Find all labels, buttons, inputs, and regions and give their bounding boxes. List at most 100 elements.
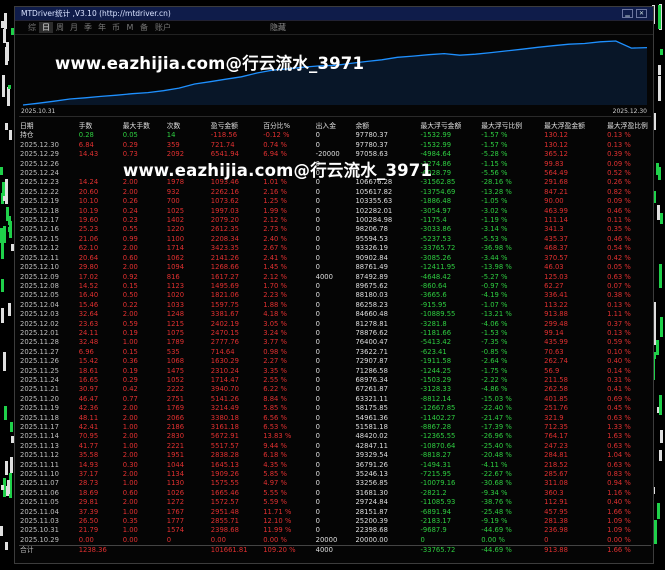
table-row[interactable]: 2025.11.27 6.96 0.15 535 714.64 0.98 % 0 73622.… [19,348,651,357]
total-row[interactable]: 合计 1238.36 101661.81 109.20 % 4000 -33765.72-… [19,545,651,556]
cell-balance: 20000.00 [355,535,388,544]
cell-date: 2025.11.13 [20,441,59,450]
cell-lots: 29.81 [78,498,99,507]
titlebar[interactable]: MTDriver统计 ,V3.10 (http://mtdriver.cn) ▁… [15,7,653,21]
hide-button[interactable]: 隐藏 [270,22,286,33]
table-row[interactable]: 2025.12.19 10.10 0.26 700 1073.62 1.25 % 0 1033… [19,197,651,206]
table-row[interactable]: 2025.12.08 14.52 0.15 1123 1495.69 1.70 % 0 896… [19,282,651,291]
table-row[interactable]: 2025.12.04 15.46 0.22 1033 1597.75 1.88 % 0 862… [19,301,651,310]
table-row[interactable]: 2025.11.28 32.48 1.00 1789 2777.76 3.77 % 0 764… [19,338,651,347]
cell-max-float-profit-pct: 0.09 % [607,159,631,168]
cell-deposit: 0 [315,507,320,516]
table-row[interactable]: 2025.11.11 14.93 0.30 1044 1645.13 4.35 % 0 367… [19,461,651,470]
tab-currency[interactable]: 币 [109,22,123,33]
cell-max-float-profit-pct: 0.13 % [607,300,631,309]
tab-account[interactable]: 账户 [151,22,175,33]
table-row[interactable]: 2025.12.16 25.23 0.55 1220 2612.35 2.73 % 0 982… [19,225,651,234]
table-row[interactable]: 2025.12.18 10.19 0.24 1025 1997.03 1.99 % 0 102… [19,207,651,216]
table-row[interactable]: 2025.12.30 6.84 0.29 359 721.74 0.74 % 0 97780.… [19,141,651,150]
cell-max-float-loss-pct: -5.56 % [481,169,508,178]
cell-profit: 1665.46 [210,488,239,497]
table-row[interactable]: 2025.11.19 42.36 2.00 1769 3214.49 5.85 % 0 581… [19,404,651,413]
table-row[interactable]: 2025.12.22 20.60 2.00 932 2262.16 2.16 % 0 1056… [19,188,651,197]
cell-deposit: 0 [315,291,320,300]
tab-day[interactable]: 日 [39,22,53,33]
cell-deposit: 4000 [314,545,355,556]
cell-percent: 0.74 % [263,140,287,149]
tab-magic[interactable]: M [123,23,137,32]
cell-deposit: 0 [315,187,320,196]
table-row[interactable]: 2025.11.26 15.42 0.36 1068 1630.29 2.27 % 0 729… [19,357,651,366]
table-row[interactable]: 2025.11.21 30.97 0.42 2222 3940.70 6.22 % 0 672… [19,385,651,394]
candle-mark [7,479,11,494]
tab-summary[interactable]: 综 [25,22,39,33]
table-row[interactable]: 2025.12.09 17.02 0.92 816 1617.27 2.12 % 4000 8… [19,273,651,282]
table-row[interactable]: 2025.12.02 23.63 0.59 1215 2402.19 3.05 % 0 812… [19,320,651,329]
tab-quarter[interactable]: 季 [81,22,95,33]
cell-profit: 1997.03 [210,206,239,215]
header-percent: 百分比% [263,122,291,130]
cell-deposit: 0 [315,131,320,140]
table-row[interactable]: 2025.11.07 28.73 1.00 1130 1575.55 4.97 % 0 332… [19,479,651,488]
tab-year[interactable]: 年 [95,22,109,33]
cell-max-float-loss-pct: -25.40 % [481,441,512,450]
table-row[interactable]: 2025.10.29 0.00 0.00 0 0.00 0.00 % 20000 20000.… [19,536,651,546]
tab-week[interactable]: 周 [53,22,67,33]
table-row[interactable]: 2025.11.04 37.39 1.00 1767 2951.48 11.71 % 0 28… [19,508,651,517]
table-row[interactable]: 2025.12.01 24.11 0.19 1075 2470.15 3.24 % 0 788… [19,329,651,338]
cell-percent: 5.59 % [263,498,287,507]
table-row[interactable]: 2025.12.10 29.80 2.00 1094 1268.66 1.45 % 0 887… [19,263,651,272]
table-row[interactable]: 2025.11.17 42.41 1.00 2186 3161.18 6.53 % 0 515… [19,423,651,432]
table-row[interactable]: 2025.12.05 16.40 0.50 1020 1821.06 2.23 % 0 881… [19,291,651,300]
cell-max-float-profit-pct: 1.09 % [607,517,631,526]
tab-comment[interactable]: 备 [137,22,151,33]
cell-count: 1068 [166,357,185,366]
cell-max-float-profit-pct: 1.16 % [607,488,631,497]
cell-profit: 0.00 [210,535,226,544]
cell-profit: 2838.28 [210,451,239,460]
cell-max-lots: 0.99 [122,234,138,243]
tab-month[interactable]: 月 [67,22,81,33]
table-row[interactable]: 2025.11.24 16.65 0.29 1052 1714.47 2.55 % 0 689… [19,376,651,385]
table-row[interactable]: 2025.11.03 26.50 0.35 1777 2855.71 12.10 % 0 25… [19,517,651,526]
candle-mark [5,461,9,475]
cell-lots: 42.36 [78,404,99,413]
cell-max-float-profit: 336.41 [544,291,568,300]
cell-max-float-loss: -11085.93 [420,498,456,507]
table-row[interactable]: 2025.12.17 19.60 0.23 1402 2079.20 2.12 % 0 100… [19,216,651,225]
cell-profit: 1821.06 [210,291,239,300]
cell-max-float-loss: -7215.95 [420,470,452,479]
table-row[interactable]: 2025.11.14 70.95 2.00 2830 5672.91 13.83 % 0 48… [19,432,651,441]
cell-deposit: 0 [315,366,320,375]
table-row[interactable]: 2025.11.25 18.61 0.19 1475 2310.24 3.35 % 0 712… [19,367,651,376]
table-row[interactable]: 2025.11.20 46.47 0.77 2751 5141.26 8.84 % 0 633… [19,395,651,404]
table-row[interactable]: 2025.11.05 29.81 2.00 1272 1572.57 5.59 % 0 297… [19,498,651,507]
table-row[interactable]: 2025.11.06 18.69 0.60 1026 1665.46 5.55 % 0 316… [19,489,651,498]
cell-count: 535 [166,347,180,356]
table-row[interactable]: 2025.12.15 21.06 0.99 1100 2208.34 2.40 % 0 955… [19,235,651,244]
table-row[interactable]: 2025.11.18 48.11 2.00 2066 3380.18 6.56 % 0 549… [19,414,651,423]
cell-lots: 46.47 [78,394,99,403]
header-lots: 手数 [78,122,93,130]
candle-mark [656,163,660,175]
cell-max-float-profit: 764.17 [544,432,568,441]
cell-max-float-profit-pct: 0.42 % [607,253,631,262]
cell-lots: 41.77 [78,441,99,450]
cell-max-float-loss: -2821.2 [420,488,447,497]
cell-count: 1769 [166,404,185,413]
minimize-icon[interactable]: ▁ [622,9,633,18]
table-row[interactable]: 2025.12.12 62.10 2.00 1714 3423.35 2.67 % 0 933… [19,244,651,253]
holding-row[interactable]: 持仓 0.28 0.05 14 -118.56 -0.12 % 0 97780.37 -1532… [19,131,651,140]
cell-max-float-loss-pct: -13.28 % [481,187,512,196]
cell-max-float-profit: 62.27 [544,281,564,290]
table-row[interactable]: 2025.11.13 41.77 1.00 2221 5517.57 9.44 % 0 428… [19,442,651,451]
table-row[interactable]: 2025.11.10 37.17 2.00 1134 1909.26 5.85 % 0 352… [19,470,651,479]
table-row[interactable]: 2025.11.12 35.58 2.00 1951 2838.28 6.18 % 0 393… [19,451,651,460]
candle-mark [5,123,9,131]
table-row[interactable]: 2025.12.03 32.64 2.00 1248 3381.67 4.18 % 0 846… [19,310,651,319]
cell-balance: 25200.39 [355,517,388,526]
close-icon[interactable]: ✕ [636,9,647,18]
table-row[interactable]: 2025.12.11 20.64 0.60 1062 2141.26 2.41 % 0 909… [19,254,651,263]
cell-lots: 35.58 [78,451,99,460]
table-row[interactable]: 2025.10.31 21.79 1.00 1574 2398.68 11.99 % 0 22… [19,526,651,535]
